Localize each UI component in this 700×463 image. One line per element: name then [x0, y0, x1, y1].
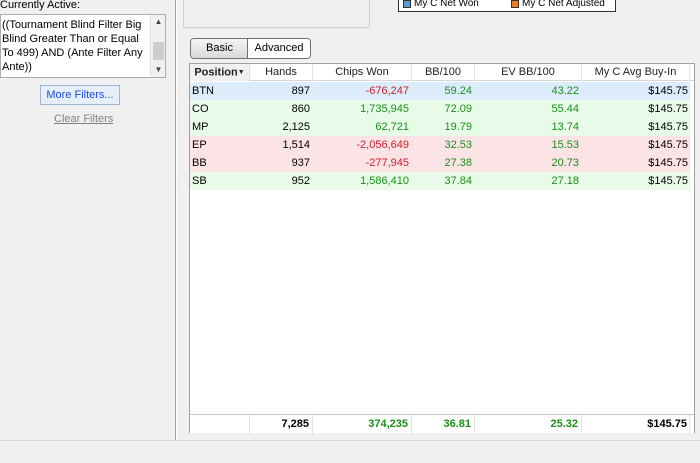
legend-swatch-net-adjusted: [511, 0, 519, 8]
cell-avg-buyin: $145.75: [648, 103, 688, 115]
scroll-thumb[interactable]: [153, 42, 164, 60]
stats-grid: Position▼ Hands Chips Won BB/100 EV BB/1…: [189, 63, 695, 434]
cell-chips-won: -277,945: [365, 157, 409, 169]
table-row[interactable]: BB 937 -277,945 27.38 20.73 $145.75: [190, 154, 690, 172]
legend-item-net-adjusted: My C Net Adjusted: [511, 0, 605, 9]
table-row[interactable]: SB 952 1,586,410 37.84 27.18 $145.75: [190, 172, 690, 190]
cell-chips-won: 62,721: [375, 121, 409, 133]
column-header-position-label: Position: [194, 66, 238, 79]
clear-filters-link[interactable]: Clear Filters: [54, 113, 113, 125]
totals-row: 7,285 374,235 36.81 25.32 $145.75: [190, 414, 694, 434]
panel-splitter[interactable]: [175, 0, 177, 440]
cell-hands: 1,514: [282, 139, 310, 151]
legend-item-net-won: My C Net Won: [403, 0, 479, 9]
cell-hands: 952: [291, 175, 310, 187]
cell-position: BB: [192, 157, 207, 169]
cell-position: BTN: [192, 85, 214, 97]
column-header-hands[interactable]: Hands: [250, 64, 313, 81]
cell-bb100: 27.38: [444, 157, 472, 169]
column-header-bb100[interactable]: BB/100: [412, 64, 475, 81]
total-chips-won: 374,235: [313, 415, 412, 434]
cell-bb100: 59.24: [444, 85, 472, 97]
active-filter-textbox[interactable]: ((Tournament Blind Filter Big Blind Grea…: [0, 14, 166, 78]
cell-position: EP: [192, 139, 207, 151]
cell-ev-bb100: 13.74: [551, 121, 579, 133]
sort-desc-icon: ▼: [237, 69, 245, 76]
filter-panel: Currently Active: ((Tournament Blind Fil…: [0, 0, 178, 440]
graph-legend: My C Net Won My C Net Adjusted: [398, 0, 616, 12]
cell-ev-bb100: 20.73: [551, 157, 579, 169]
active-filter-text: ((Tournament Blind Filter Big Blind Grea…: [2, 19, 143, 73]
cell-bb100: 72.09: [444, 103, 472, 115]
total-position: [190, 415, 250, 434]
scroll-down-icon[interactable]: ▼: [151, 63, 165, 77]
cell-position: MP: [192, 121, 209, 133]
cell-bb100: 19.79: [444, 121, 472, 133]
table-row[interactable]: CO 860 1,735,945 72.09 55.44 $145.75: [190, 100, 690, 118]
more-filters-button[interactable]: More Filters...: [40, 85, 120, 105]
table-row[interactable]: EP 1,514 -2,056,649 32.53 15.53 $145.75: [190, 136, 690, 154]
scroll-up-icon[interactable]: ▲: [151, 15, 165, 29]
cell-avg-buyin: $145.75: [648, 139, 688, 151]
cell-chips-won: -676,247: [365, 85, 409, 97]
cell-ev-bb100: 27.18: [551, 175, 579, 187]
view-tabs: Basic Advanced: [190, 38, 311, 59]
cell-ev-bb100: 15.53: [551, 139, 579, 151]
tab-basic[interactable]: Basic: [191, 39, 248, 58]
legend-swatch-net-won: [403, 0, 411, 8]
cell-hands: 860: [291, 103, 310, 115]
column-header-chips-won[interactable]: Chips Won: [313, 64, 412, 81]
legend-label-net-won: My C Net Won: [414, 0, 479, 9]
grid-header: Position▼ Hands Chips Won BB/100 EV BB/1…: [190, 64, 694, 81]
cell-chips-won: 1,735,945: [360, 103, 409, 115]
cell-ev-bb100: 43.22: [551, 85, 579, 97]
table-row[interactable]: MP 2,125 62,721 19.79 13.74 $145.75: [190, 118, 690, 136]
cell-hands: 937: [291, 157, 310, 169]
total-bb100: 36.81: [412, 415, 475, 434]
cell-bb100: 32.53: [444, 139, 472, 151]
cell-avg-buyin: $145.75: [648, 175, 688, 187]
graph-panel: [183, 0, 370, 28]
tab-advanced[interactable]: Advanced: [248, 39, 310, 58]
status-bar: [0, 440, 700, 463]
cell-avg-buyin: $145.75: [648, 157, 688, 169]
column-header-avg-buyin[interactable]: My C Avg Buy-In: [582, 64, 690, 81]
column-header-position[interactable]: Position▼: [190, 64, 250, 81]
total-ev-bb100: 25.32: [475, 415, 582, 434]
total-avg-buyin: $145.75: [582, 415, 690, 434]
column-header-ev-bb100[interactable]: EV BB/100: [475, 64, 582, 81]
cell-avg-buyin: $145.75: [648, 121, 688, 133]
cell-ev-bb100: 55.44: [551, 103, 579, 115]
cell-position: CO: [192, 103, 209, 115]
currently-active-label: Currently Active:: [0, 0, 81, 11]
cell-hands: 2,125: [282, 121, 310, 133]
filter-scrollbar[interactable]: ▲ ▼: [150, 15, 165, 77]
cell-bb100: 37.84: [444, 175, 472, 187]
cell-avg-buyin: $145.75: [648, 85, 688, 97]
cell-position: SB: [192, 175, 207, 187]
cell-chips-won: -2,056,649: [356, 139, 409, 151]
cell-chips-won: 1,586,410: [360, 175, 409, 187]
legend-label-net-adjusted: My C Net Adjusted: [522, 0, 605, 9]
cell-hands: 897: [291, 85, 310, 97]
table-row[interactable]: BTN 897 -676,247 59.24 43.22 $145.75: [190, 82, 690, 100]
total-hands: 7,285: [250, 415, 313, 434]
